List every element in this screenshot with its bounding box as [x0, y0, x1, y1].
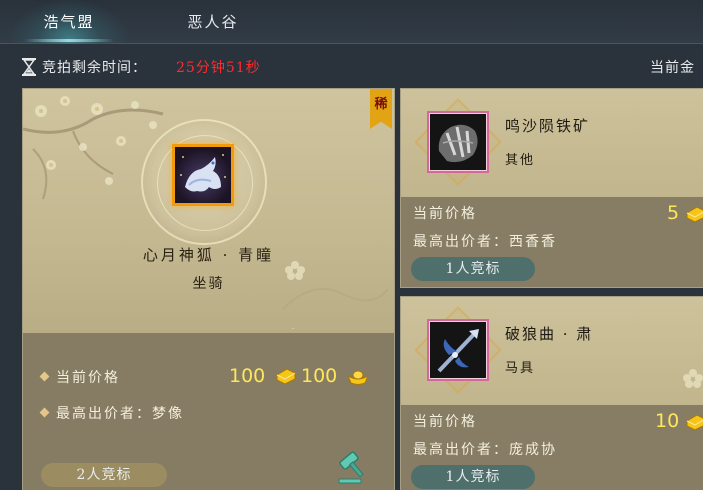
blue-lance-icon — [437, 329, 479, 373]
featured-item-category: 坐骑 — [192, 276, 225, 292]
card-2-price-label: 当前价格 — [413, 414, 477, 430]
gold-ingot-icon — [347, 370, 369, 385]
top-bidder-row: 最高出价者：梦像 — [39, 403, 184, 423]
card-1-item-name: 鸣沙陨铁矿 — [505, 117, 591, 135]
bullet-diamond-icon — [39, 371, 50, 382]
bullet-diamond-icon — [39, 407, 50, 418]
card-1-top-bidder-row: 最高出价者：西香香 — [413, 231, 557, 251]
white-fox-mount-icon — [180, 154, 226, 192]
price-row: 当前价格 — [39, 367, 120, 387]
rare-badge: 稀 — [370, 89, 392, 129]
card-1-top-bidder-label: 最高出价者： — [413, 234, 509, 250]
card-1-bid-count-pill: 1人竞标 — [411, 257, 535, 281]
flower-decoration-icon — [683, 369, 703, 388]
timer-value: 25分钟51秒 — [176, 60, 261, 76]
card-2-bid-count-pill: 1人竞标 — [411, 465, 535, 489]
featured-item-name: 心月神狐 · 青瞳 — [142, 246, 275, 264]
price-label: 当前价格 — [56, 370, 120, 386]
card-2-top-bidder-row: 最高出价者：庞成协 — [413, 439, 557, 459]
card-2-item-category: 马具 — [505, 361, 536, 376]
card-1-price-gold: 5 — [667, 202, 680, 224]
current-gold-label: 当前金 — [650, 60, 695, 76]
auction-timer-row: 竞拍剩余时间： 25分钟51秒 当前金 — [0, 52, 703, 82]
card-1-item-category: 其他 — [505, 153, 536, 168]
card-2-item-name: 破狼曲 · 肃 — [505, 325, 594, 343]
hourglass-icon — [22, 58, 36, 76]
auction-hammer-icon[interactable] — [335, 449, 371, 485]
featured-item-showcase: 稀 心月神狐 · 青瞳 坐骑 — [23, 89, 394, 333]
price-ingot-value: 100 — [301, 365, 338, 387]
card-2-item-icon[interactable] — [427, 319, 489, 381]
card-2-top-bidder-label: 最高出价者： — [413, 442, 509, 458]
top-bidder-label: 最高出价者： — [56, 406, 152, 422]
bid-count-pill: 2人竞标 — [41, 463, 167, 487]
meteor-iron-ore-icon — [438, 124, 478, 163]
card-1-bid-info: 当前价格 5 最高出价者：西香香 1人竞标 — [401, 197, 703, 287]
price-gold-value: 100 — [229, 365, 266, 387]
gold-bar-icon — [686, 414, 703, 431]
faction-tab-bar: 浩气盟 恶人谷 — [0, 0, 703, 44]
auction-card-1[interactable]: 鸣沙陨铁矿 其他 当前价格 5 最高出价者：西香香 1人竞标 — [400, 88, 703, 288]
featured-item-icon[interactable] — [172, 144, 234, 206]
tab-haoqi[interactable]: 浩气盟 — [10, 0, 128, 44]
card-1-item-icon[interactable] — [427, 111, 489, 173]
card-1-price-label: 当前价格 — [413, 206, 477, 222]
card-2-price-gold: 10 — [655, 410, 680, 432]
auction-card-2[interactable]: 破狼曲 · 肃 马具 当前价格 10 最高出价者：庞成协 1人竞标 — [400, 296, 703, 490]
card-1-top-bidder-name: 西香香 — [509, 234, 557, 250]
gold-bar-icon — [276, 368, 296, 385]
timer-label: 竞拍剩余时间： — [42, 60, 147, 76]
card-2-header: 破狼曲 · 肃 马具 — [401, 297, 703, 405]
tab-eren[interactable]: 恶人谷 — [168, 0, 258, 44]
gold-bar-icon — [686, 206, 703, 223]
card-1-header: 鸣沙陨铁矿 其他 — [401, 89, 703, 197]
featured-auction-card[interactable]: 稀 心月神狐 · 青瞳 坐骑 当前价格 100 100 最高出价者：梦像 2人竞… — [22, 88, 395, 490]
card-2-top-bidder-name: 庞成协 — [509, 442, 557, 458]
top-bidder-name: 梦像 — [152, 406, 184, 422]
card-2-bid-info: 当前价格 10 最高出价者：庞成协 1人竞标 — [401, 405, 703, 490]
